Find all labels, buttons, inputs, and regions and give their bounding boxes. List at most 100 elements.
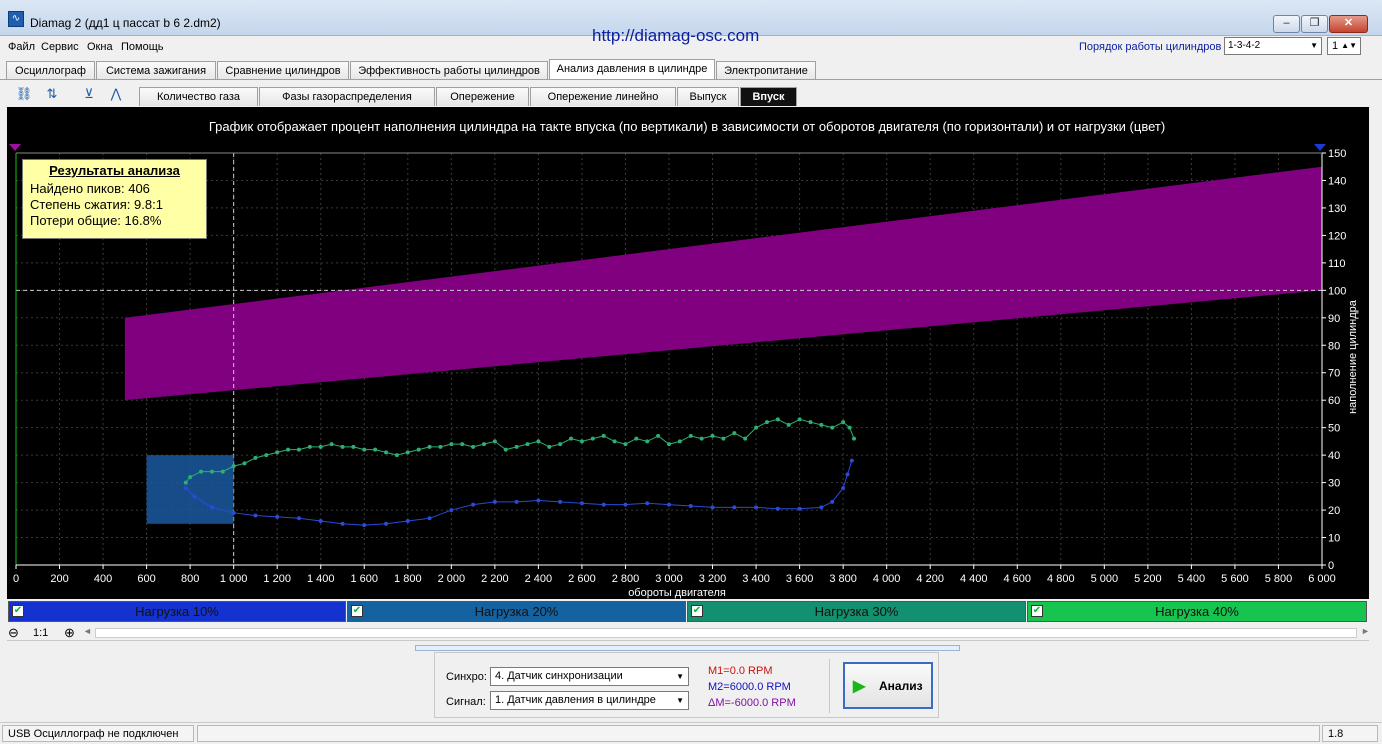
series-point-0 (775, 506, 780, 511)
y-tick-label: 70 (1328, 368, 1340, 380)
chart-series (183, 417, 857, 528)
load-toggle-30[interactable]: ✔ Нагрузка 30% (687, 601, 1026, 622)
series-point-1 (819, 422, 824, 427)
scroll-left-icon[interactable]: ◄ (83, 626, 92, 636)
tab-cylinder-compare[interactable]: Сравнение цилиндров (217, 61, 349, 80)
scale-1234-icon[interactable]: ⇅ (42, 84, 62, 104)
series-point-1 (471, 444, 476, 449)
series-point-1 (253, 455, 258, 460)
series-point-0 (558, 499, 563, 504)
series-point-1 (754, 425, 759, 430)
series-point-1 (427, 444, 432, 449)
peaks-icon[interactable]: ⋀ (106, 84, 126, 104)
subtab-advance-linear[interactable]: Опережение линейно (530, 87, 676, 106)
y-tick-label: 100 (1328, 285, 1346, 297)
menu-windows[interactable]: Окна (87, 41, 113, 53)
x-tick-label: 4 400 (960, 573, 988, 585)
chart-panel[interactable]: График отображает процент наполнения цил… (7, 107, 1369, 599)
tab-cylinder-efficiency[interactable]: Эффективность работы цилиндров (350, 61, 548, 80)
subtab-intake[interactable]: Впуск (740, 87, 797, 106)
x-tick-label: 2 000 (438, 573, 466, 585)
series-point-1 (699, 436, 704, 441)
y-tick-label: 130 (1328, 203, 1346, 215)
x-tick-label: 2 200 (481, 573, 509, 585)
sync-value: 4. Датчик синхронизации (495, 670, 623, 682)
series-point-0 (471, 502, 476, 507)
checkbox-icon[interactable]: ✔ (12, 605, 24, 617)
tab-divider (0, 79, 1382, 80)
series-point-1 (481, 442, 486, 447)
series-point-1 (183, 480, 188, 485)
load-toggle-40[interactable]: ✔ Нагрузка 40% (1027, 601, 1367, 622)
cylinder-icon[interactable]: ⛓ (14, 84, 34, 104)
right-marker-icon[interactable] (1314, 144, 1326, 151)
left-marker-icon[interactable] (9, 144, 21, 151)
series-point-1 (677, 439, 682, 444)
signal-select[interactable]: 1. Датчик давления в цилиндре ▼ (490, 691, 689, 710)
subtab-valve-timing[interactable]: Фазы газораспределения (259, 87, 435, 106)
series-point-0 (209, 505, 214, 510)
scroll-right-icon[interactable]: ► (1361, 626, 1370, 636)
maximize-button[interactable]: ❐ (1301, 15, 1328, 33)
tab-ignition[interactable]: Система зажигания (96, 61, 216, 80)
series-point-1 (492, 439, 497, 444)
menu-file[interactable]: Файл (8, 41, 35, 53)
zoom-in-icon[interactable]: ⊕ (64, 625, 75, 641)
series-point-0 (492, 499, 497, 504)
tab-oscilloscope[interactable]: Осциллограф (6, 61, 95, 80)
series-point-0 (296, 516, 301, 521)
series-point-1 (373, 447, 378, 452)
auto-icon[interactable]: ⊻ (79, 84, 99, 104)
subtab-gas-amount[interactable]: Количество газа (139, 87, 258, 106)
tab-power-supply[interactable]: Электропитание (716, 61, 816, 80)
series-point-1 (852, 436, 857, 441)
subtab-exhaust[interactable]: Выпуск (677, 87, 739, 106)
menu-service[interactable]: Сервис (41, 41, 79, 53)
zoom-out-icon[interactable]: ⊖ (8, 625, 19, 641)
y-tick-label: 40 (1328, 450, 1340, 462)
x-tick-label: 2 400 (525, 573, 553, 585)
minimize-button[interactable]: – (1273, 15, 1300, 33)
status-empty (197, 725, 1320, 742)
series-point-0 (667, 502, 671, 507)
tab-pressure-analysis[interactable]: Анализ давления в цилиндре (549, 59, 715, 80)
series-point-1 (847, 425, 852, 430)
sync-select[interactable]: 4. Датчик синхронизации ▼ (490, 667, 689, 686)
title-bar: ∿ Diamag 2 (дд1 ц пассат b 6 2.dm2) http… (0, 0, 1382, 45)
cylinder-order-select[interactable]: 1-3-4-2 ▼ (1224, 37, 1322, 55)
series-point-1 (220, 469, 225, 474)
checkbox-icon[interactable]: ✔ (691, 605, 703, 617)
series-point-1 (645, 439, 650, 444)
series-point-1 (590, 436, 595, 441)
x-tick-label: 200 (50, 573, 68, 585)
series-point-1 (307, 444, 312, 449)
x-tick-label: 400 (94, 573, 112, 585)
menu-help[interactable]: Помощь (121, 41, 164, 53)
x-tick-label: 3 400 (742, 573, 770, 585)
analyze-button[interactable]: ▶ Анализ (843, 662, 933, 709)
x-tick-label: 5 000 (1091, 573, 1119, 585)
load-toggle-20[interactable]: ✔ Нагрузка 20% (347, 601, 686, 622)
cylinder-number-spinner[interactable]: 1 ▲▼ (1327, 37, 1361, 55)
checkbox-icon[interactable]: ✔ (1031, 605, 1043, 617)
series-point-0 (253, 513, 258, 518)
panel-splitter[interactable] (415, 645, 960, 651)
results-losses: Потери общие: 16.8% (30, 213, 162, 228)
close-button[interactable]: ✕ (1329, 15, 1368, 33)
load-label: Нагрузка 40% (1155, 604, 1239, 619)
series-point-1 (264, 453, 269, 458)
intake-fill-chart[interactable]: График отображает процент наполнения цил… (7, 107, 1369, 599)
marker-delta: ΔM=-6000.0 RPM (708, 697, 796, 709)
load-toggle-10[interactable]: ✔ Нагрузка 10% (8, 601, 346, 622)
checkbox-icon[interactable]: ✔ (351, 605, 363, 617)
series-point-1 (286, 447, 291, 452)
series-point-1 (416, 447, 421, 452)
series-point-0 (427, 516, 432, 521)
series-point-0 (384, 521, 389, 526)
series-point-0 (601, 502, 606, 507)
x-tick-label: 5 600 (1221, 573, 1249, 585)
horizontal-scrollbar[interactable] (95, 628, 1357, 638)
series-point-1 (318, 444, 323, 449)
subtab-advance[interactable]: Опережение (436, 87, 529, 106)
series-point-0 (449, 508, 454, 513)
